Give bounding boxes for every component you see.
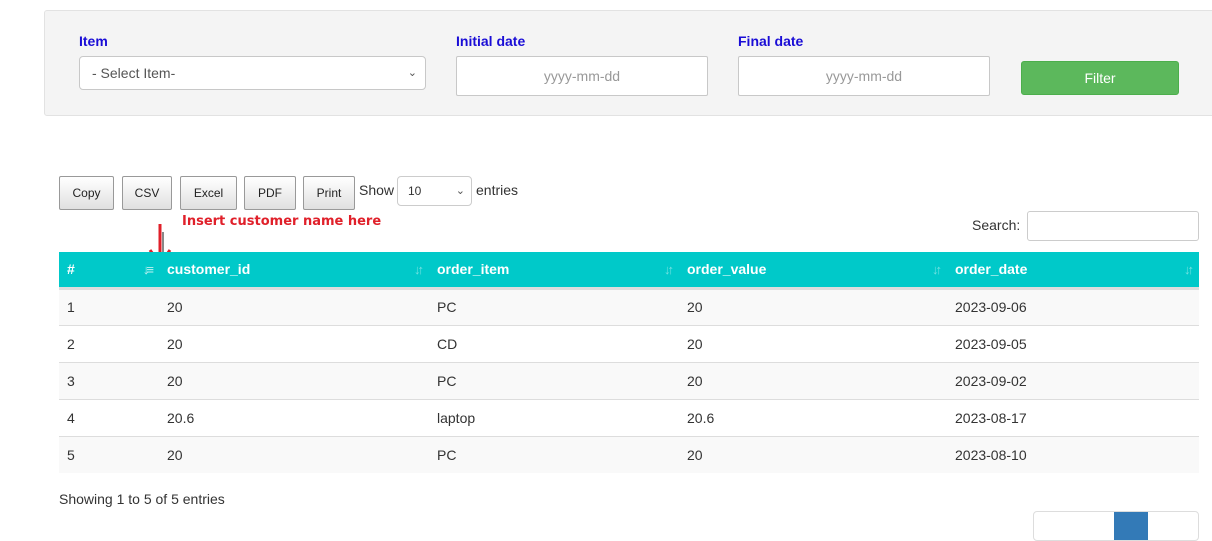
cell-order-value: 20	[679, 435, 947, 473]
cell-order-item: PC	[429, 435, 679, 473]
search-input[interactable]	[1027, 211, 1199, 241]
initial-date-label: Initial date	[456, 33, 526, 49]
cell-order-item: CD	[429, 324, 679, 362]
entries-label: entries	[476, 182, 519, 198]
chevron-down-icon: ⌄	[455, 185, 465, 197]
show-label: Show	[359, 182, 395, 198]
table-row: 5 20 PC 20 2023-08-10	[59, 435, 1199, 473]
cell-customer-id: 20	[159, 361, 429, 399]
final-date-input[interactable]: yyyy-mm-dd	[738, 56, 990, 96]
cell-customer-id: 20	[159, 324, 429, 362]
cell-order-date: 2023-09-06	[947, 288, 1199, 325]
pagination-page-active[interactable]	[1114, 512, 1148, 540]
table-info: Showing 1 to 5 of 5 entries	[59, 491, 225, 507]
cell-order-date: 2023-09-05	[947, 324, 1199, 362]
excel-button[interactable]: Excel	[180, 176, 237, 210]
column-header-customer-id[interactable]: customer_id ↓↑	[159, 252, 429, 290]
cell-index: 4	[59, 398, 159, 436]
column-header-order-date[interactable]: order_date ↓↑	[947, 252, 1199, 290]
csv-button[interactable]: CSV	[122, 176, 172, 210]
copy-button[interactable]: Copy	[59, 176, 114, 210]
pagination-next-button[interactable]	[1148, 512, 1198, 540]
cell-index: 3	[59, 361, 159, 399]
search-label: Search:	[972, 217, 1021, 233]
cell-order-value: 20.6	[679, 398, 947, 436]
annotation-text: Insert customer name here	[182, 214, 382, 229]
sort-icon: ↓↑	[932, 262, 942, 277]
filter-button[interactable]: Filter	[1021, 61, 1179, 95]
cell-order-item: PC	[429, 361, 679, 399]
cell-order-item: laptop	[429, 398, 679, 436]
table-row: 1 20 PC 20 2023-09-06	[59, 288, 1199, 325]
orders-table: # ↓≡ customer_id ↓↑ order_item ↓↑ order_…	[59, 252, 1199, 473]
page-length-select[interactable]: 10 ⌄	[397, 176, 472, 206]
sort-icon: ↓↑	[664, 262, 674, 277]
cell-index: 2	[59, 324, 159, 362]
cell-customer-id: 20.6	[159, 398, 429, 436]
cell-index: 5	[59, 435, 159, 473]
cell-order-value: 20	[679, 288, 947, 325]
initial-date-input[interactable]: yyyy-mm-dd	[456, 56, 708, 96]
pagination	[1033, 511, 1199, 541]
sort-icon: ↓↑	[414, 262, 424, 277]
table-row: 4 20.6 laptop 20.6 2023-08-17	[59, 398, 1199, 436]
table-row: 3 20 PC 20 2023-09-02	[59, 361, 1199, 399]
cell-order-value: 20	[679, 361, 947, 399]
cell-customer-id: 20	[159, 435, 429, 473]
final-date-label: Final date	[738, 33, 804, 49]
column-header-index[interactable]: # ↓≡	[59, 252, 159, 290]
item-select-value: - Select Item-	[92, 65, 176, 81]
column-header-order-item[interactable]: order_item ↓↑	[429, 252, 679, 290]
cell-index: 1	[59, 288, 159, 325]
filter-panel: Item - Select Item- ⌄ Initial date yyyy-…	[44, 10, 1212, 116]
chevron-down-icon: ⌄	[407, 67, 417, 79]
cell-order-date: 2023-09-02	[947, 361, 1199, 399]
cell-order-date: 2023-08-17	[947, 398, 1199, 436]
page-length-value: 10	[408, 184, 422, 198]
cell-customer-id: 20	[159, 288, 429, 325]
pagination-previous-button[interactable]	[1034, 512, 1114, 540]
sort-desc-icon: ↓≡	[142, 262, 154, 277]
table-row: 2 20 CD 20 2023-09-05	[59, 324, 1199, 362]
cell-order-date: 2023-08-10	[947, 435, 1199, 473]
column-header-order-value[interactable]: order_value ↓↑	[679, 252, 947, 290]
item-select[interactable]: - Select Item- ⌄	[79, 56, 426, 90]
cell-order-value: 20	[679, 324, 947, 362]
sort-icon: ↓↑	[1184, 262, 1194, 277]
print-button[interactable]: Print	[303, 176, 355, 210]
item-label: Item	[79, 33, 108, 49]
pdf-button[interactable]: PDF	[244, 176, 296, 210]
cell-order-item: PC	[429, 288, 679, 325]
